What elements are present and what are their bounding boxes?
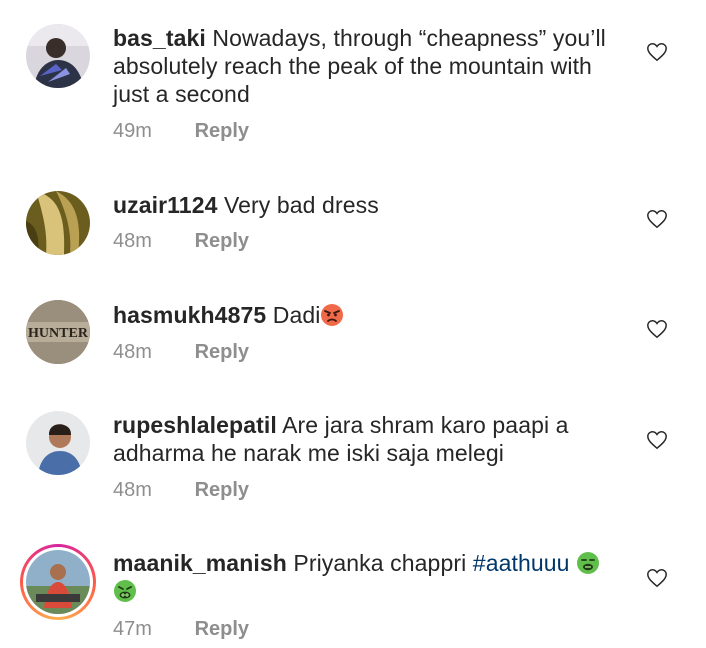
avatar-story-ring[interactable] — [20, 544, 96, 620]
comment-timestamp: 49m — [113, 120, 152, 142]
comments-list: bas_taki Nowadays, through “cheapness” y… — [0, 0, 706, 648]
heart-icon[interactable] — [646, 567, 668, 589]
comment-username[interactable]: hasmukh4875 — [113, 302, 266, 328]
comment-meta: 48m Reply — [113, 341, 249, 364]
hunter-logo-avatar-icon: HUNTER — [26, 300, 90, 364]
comment-text: uzair1124 Very bad dress — [113, 191, 613, 219]
person-avatar-icon — [26, 550, 90, 614]
heart-icon[interactable] — [646, 429, 668, 451]
heart-icon[interactable] — [646, 41, 668, 63]
comment-meta: 48m Reply — [113, 479, 249, 502]
angry-face-icon — [321, 304, 344, 326]
comment-username[interactable]: rupeshlalepatil — [113, 412, 277, 438]
comment-timestamp: 47m — [113, 618, 152, 640]
reply-button[interactable]: Reply — [195, 618, 249, 640]
comment-meta: 47m Reply — [113, 618, 249, 641]
comment-timestamp: 48m — [113, 230, 152, 252]
comment-body: Priyanka chappri — [293, 550, 473, 576]
hashtag-link[interactable]: #aathuuu — [473, 550, 570, 576]
reply-button[interactable]: Reply — [195, 230, 249, 252]
comment-timestamp: 48m — [113, 341, 152, 363]
comment-timestamp: 48m — [113, 479, 152, 501]
avatar[interactable]: HUNTER — [26, 300, 90, 364]
avatar[interactable] — [26, 24, 90, 88]
comment-meta: 48m Reply — [113, 230, 249, 253]
person-avatar-icon — [26, 411, 90, 475]
comment-text: hasmukh4875 Dadi — [113, 301, 613, 329]
vomiting-face-icon — [114, 580, 136, 602]
comment-username[interactable]: uzair1124 — [113, 192, 217, 218]
avatar[interactable] — [26, 411, 90, 475]
avatar[interactable] — [26, 191, 90, 255]
comment-body: Dadi — [272, 302, 321, 328]
blonde-hair-avatar-icon — [26, 191, 90, 255]
person-avatar-icon — [26, 24, 90, 88]
comment-text: rupeshlalepatil Are jara shram karo paap… — [113, 411, 613, 467]
reply-button[interactable]: Reply — [195, 341, 249, 363]
avatar-logo-text: HUNTER — [28, 326, 89, 341]
comment-body: Very bad dress — [223, 192, 379, 218]
comment-text: bas_taki Nowadays, through “cheapness” y… — [113, 24, 613, 108]
comment-username[interactable]: maanik_manish — [113, 550, 287, 576]
vomiting-face-icon — [577, 552, 600, 574]
heart-icon[interactable] — [646, 318, 668, 340]
heart-icon[interactable] — [646, 208, 668, 230]
comment-meta: 49m Reply — [113, 120, 249, 143]
comment-username[interactable]: bas_taki — [113, 25, 206, 51]
reply-button[interactable]: Reply — [195, 479, 249, 501]
reply-button[interactable]: Reply — [195, 120, 249, 142]
comment-text: maanik_manish Priyanka chappri #aathuuu — [113, 549, 613, 605]
